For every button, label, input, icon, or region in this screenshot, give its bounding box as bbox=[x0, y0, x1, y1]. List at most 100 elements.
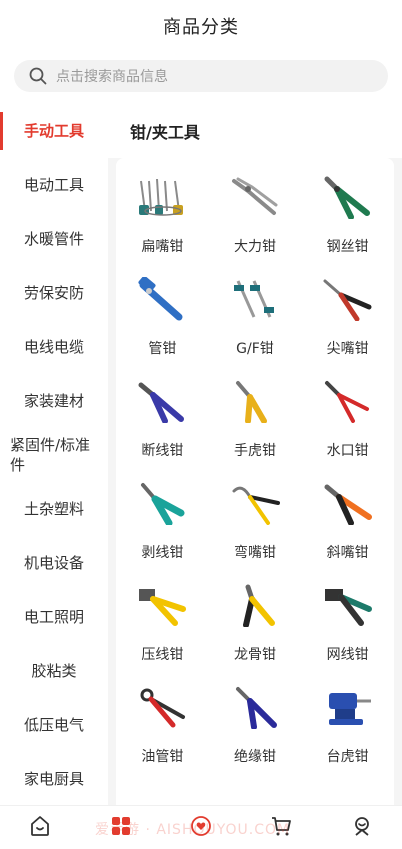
sidebar-item-equipment[interactable]: 机电设备 bbox=[0, 536, 108, 590]
sidebar-item-label: 低压电气 bbox=[23, 716, 84, 734]
product-label: 水口钳 bbox=[326, 443, 369, 459]
product-item[interactable]: 压线钳 bbox=[116, 580, 209, 682]
home-icon bbox=[28, 814, 52, 842]
f-clamp-icon bbox=[228, 274, 282, 324]
sidebar-item-label: 胶粘类 bbox=[31, 662, 77, 680]
product-item[interactable]: 钢丝钳 bbox=[301, 172, 394, 274]
wire-cutter-icon bbox=[135, 376, 189, 426]
sidebar-item-appliances[interactable]: 家电厨具 bbox=[0, 752, 108, 805]
locking-pliers-icon bbox=[228, 172, 282, 222]
sidebar-item-low-voltage[interactable]: 低压电气 bbox=[0, 698, 108, 752]
stud-crimper-icon bbox=[228, 580, 282, 630]
product-label: 网线钳 bbox=[326, 647, 369, 663]
sidebar-item-power-tools[interactable]: 电动工具 bbox=[0, 158, 108, 212]
product-label: 管钳 bbox=[148, 341, 177, 357]
search-bar[interactable]: 点击搜索商品信息 bbox=[14, 60, 388, 92]
bottom-tab-bar bbox=[0, 805, 402, 849]
subcategory-title: 钳/夹工具 bbox=[108, 104, 402, 158]
product-item[interactable]: 扁嘴钳 bbox=[116, 172, 209, 274]
bench-vise-icon bbox=[321, 682, 375, 732]
product-item[interactable]: 绝缘钳 bbox=[209, 682, 302, 784]
category-content: 手动工具 电动工具 水暖管件 劳保安防 电线电缆 家装建材 紧固件/标准件 土杂… bbox=[0, 104, 402, 805]
page-title: 商品分类 bbox=[163, 17, 239, 38]
product-item[interactable]: 管钳 bbox=[116, 274, 209, 376]
product-item[interactable]: 剥线钳 bbox=[116, 478, 209, 580]
sidebar-item-lighting[interactable]: 电工照明 bbox=[0, 590, 108, 644]
network-crimper-icon bbox=[321, 580, 375, 630]
product-label: 斜嘴钳 bbox=[326, 545, 369, 561]
category-main: 钳/夹工具 扁嘴钳 大力钳 钢丝钳 管钳 G/F钳 尖嘴钳 断线钳 手虎钳 水口… bbox=[108, 104, 402, 805]
heart-bubble-icon bbox=[189, 814, 213, 842]
product-grid: 扁嘴钳 大力钳 钢丝钳 管钳 G/F钳 尖嘴钳 断线钳 手虎钳 水口钳 剥线钳 … bbox=[116, 158, 394, 784]
sidebar-item-label: 土杂塑料 bbox=[23, 500, 84, 518]
tab-home[interactable] bbox=[20, 808, 60, 848]
search-container: 点击搜索商品信息 bbox=[0, 52, 402, 108]
tab-category[interactable] bbox=[101, 808, 141, 848]
hand-vise-icon bbox=[228, 376, 282, 426]
sidebar-item-label: 电线电缆 bbox=[23, 338, 84, 356]
search-icon bbox=[28, 66, 48, 86]
pliers-set-icon bbox=[135, 172, 189, 222]
tab-community[interactable] bbox=[181, 808, 221, 848]
product-label: 油管钳 bbox=[141, 749, 184, 765]
sidebar-item-label: 水暖管件 bbox=[23, 230, 84, 248]
tab-profile[interactable] bbox=[342, 808, 382, 848]
product-item[interactable]: 断线钳 bbox=[116, 376, 209, 478]
product-label: 尖嘴钳 bbox=[326, 341, 369, 357]
flush-cutter-icon bbox=[321, 376, 375, 426]
hose-pliers-icon bbox=[135, 682, 189, 732]
needle-nose-pliers-icon bbox=[321, 274, 375, 324]
sidebar-item-label: 电动工具 bbox=[23, 176, 84, 194]
product-item[interactable]: 龙骨钳 bbox=[209, 580, 302, 682]
product-panel: 扁嘴钳 大力钳 钢丝钳 管钳 G/F钳 尖嘴钳 断线钳 手虎钳 水口钳 剥线钳 … bbox=[116, 158, 394, 805]
user-icon bbox=[350, 814, 374, 842]
product-label: 弯嘴钳 bbox=[233, 545, 276, 561]
product-item[interactable]: 大力钳 bbox=[209, 172, 302, 274]
product-item[interactable]: 斜嘴钳 bbox=[301, 478, 394, 580]
product-item[interactable]: 尖嘴钳 bbox=[301, 274, 394, 376]
sidebar-item-label: 家装建材 bbox=[23, 392, 84, 410]
sidebar-item-label: 紧固件/标准件 bbox=[10, 436, 91, 474]
sidebar-item-cables[interactable]: 电线电缆 bbox=[0, 320, 108, 374]
sidebar-item-label: 家电厨具 bbox=[23, 770, 84, 788]
sidebar-item-fasteners[interactable]: 紧固件/标准件 bbox=[0, 428, 108, 482]
category-icon bbox=[109, 814, 133, 842]
product-label: 绝缘钳 bbox=[233, 749, 276, 765]
category-sidebar: 手动工具 电动工具 水暖管件 劳保安防 电线电缆 家装建材 紧固件/标准件 土杂… bbox=[0, 104, 108, 805]
insulated-pliers-icon bbox=[228, 682, 282, 732]
product-label: 扁嘴钳 bbox=[141, 239, 184, 255]
sidebar-item-label: 机电设备 bbox=[23, 554, 84, 572]
product-label: G/F钳 bbox=[236, 341, 274, 357]
diagonal-pliers-icon bbox=[321, 478, 375, 528]
wire-stripper-icon bbox=[135, 478, 189, 528]
sidebar-item-safety[interactable]: 劳保安防 bbox=[0, 266, 108, 320]
product-item[interactable]: 水口钳 bbox=[301, 376, 394, 478]
product-item[interactable]: G/F钳 bbox=[209, 274, 302, 376]
tab-cart[interactable] bbox=[261, 808, 301, 848]
product-label: 龙骨钳 bbox=[233, 647, 276, 663]
sidebar-item-adhesives[interactable]: 胶粘类 bbox=[0, 644, 108, 698]
product-label: 钢丝钳 bbox=[326, 239, 369, 255]
search-placeholder: 点击搜索商品信息 bbox=[56, 69, 168, 85]
pipe-wrench-icon bbox=[135, 274, 189, 324]
product-label: 台虎钳 bbox=[326, 749, 369, 765]
crimping-pliers-icon bbox=[135, 580, 189, 630]
sidebar-item-label: 手动工具 bbox=[23, 122, 84, 140]
product-item[interactable]: 台虎钳 bbox=[301, 682, 394, 784]
product-item[interactable]: 网线钳 bbox=[301, 580, 394, 682]
product-item[interactable]: 手虎钳 bbox=[209, 376, 302, 478]
product-item[interactable]: 油管钳 bbox=[116, 682, 209, 784]
sidebar-item-building-materials[interactable]: 家装建材 bbox=[0, 374, 108, 428]
combination-pliers-icon bbox=[321, 172, 375, 222]
product-label: 大力钳 bbox=[233, 239, 276, 255]
cart-icon bbox=[269, 814, 293, 842]
sidebar-item-plumbing[interactable]: 水暖管件 bbox=[0, 212, 108, 266]
product-item[interactable]: 弯嘴钳 bbox=[209, 478, 302, 580]
sidebar-item-sundries[interactable]: 土杂塑料 bbox=[0, 482, 108, 536]
app-header: 商品分类 bbox=[0, 0, 402, 52]
product-label: 剥线钳 bbox=[141, 545, 184, 561]
sidebar-item-manual-tools[interactable]: 手动工具 bbox=[0, 104, 108, 158]
bent-nose-pliers-icon bbox=[228, 478, 282, 528]
product-label: 手虎钳 bbox=[233, 443, 276, 459]
product-label: 断线钳 bbox=[141, 443, 184, 459]
